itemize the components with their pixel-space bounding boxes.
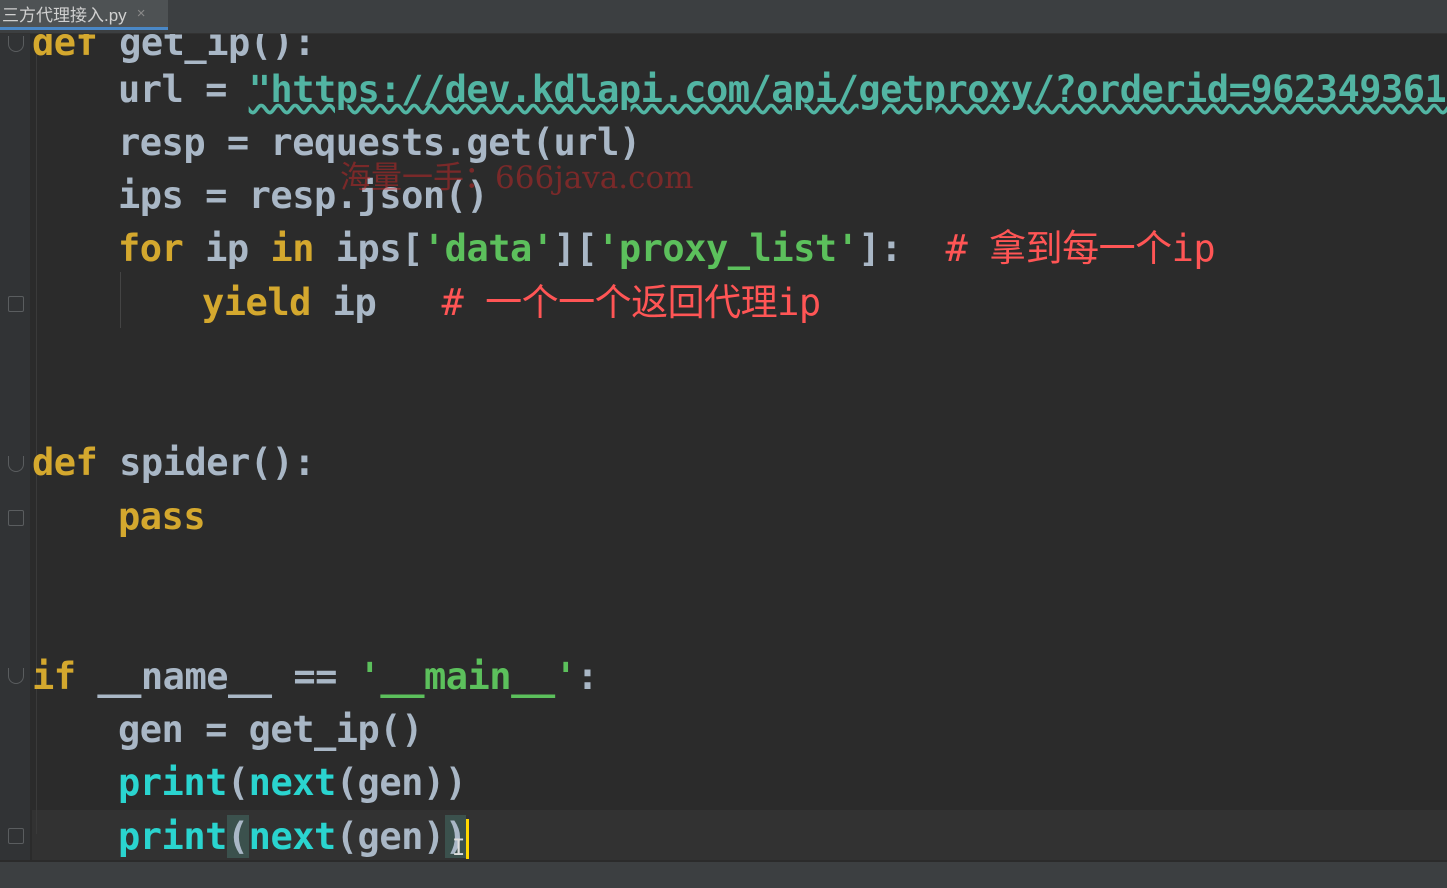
editor-tab-bar: 三方代理接入.py × (0, 0, 1447, 34)
text-caret (466, 818, 470, 859)
fold-icon[interactable] (8, 456, 24, 472)
comment: # 一个一个返回代理ip (441, 281, 822, 324)
code-line-5: for ip in ips['data']['proxy_list']: # 拿… (118, 227, 1216, 270)
editor-gutter (0, 34, 30, 860)
file-tab-label: 三方代理接入.py (2, 6, 127, 25)
code-line-6: yield ip # 一个一个返回代理ip (202, 281, 822, 324)
fold-end-icon[interactable] (8, 828, 24, 844)
code-line-14: gen = get_ip() (118, 708, 423, 751)
status-bar (0, 862, 1447, 888)
fold-icon[interactable] (8, 668, 24, 684)
code-line-16: print(next(gen)) (118, 810, 470, 860)
code-line-10: pass (118, 495, 206, 538)
fold-end-icon[interactable] (8, 510, 24, 526)
file-tab[interactable]: 三方代理接入.py × (0, 0, 168, 30)
indent-guide (120, 272, 121, 328)
code-line-2: url = "https://dev.kdlapi.com/api/getpro… (118, 63, 1447, 116)
code-line-13: if __name__ == '__main__': (32, 655, 599, 698)
ibeam-cursor-icon: I (452, 836, 466, 861)
code-line-9: def spider(): (32, 441, 316, 484)
watermark: 海量一手：666java.com (340, 160, 694, 196)
code-line-15: print(next(gen)) (118, 761, 467, 804)
comment: # 拿到每一个ip (945, 227, 1216, 270)
close-tab-icon[interactable]: × (137, 5, 146, 22)
fold-icon[interactable] (8, 36, 24, 52)
fold-end-icon[interactable] (8, 296, 24, 312)
code-editor[interactable]: def get_ip(): url = "https://dev.kdlapi.… (32, 34, 1447, 860)
url-string: "https://dev.kdlapi.com/api/getproxy/?or… (248, 68, 1447, 111)
